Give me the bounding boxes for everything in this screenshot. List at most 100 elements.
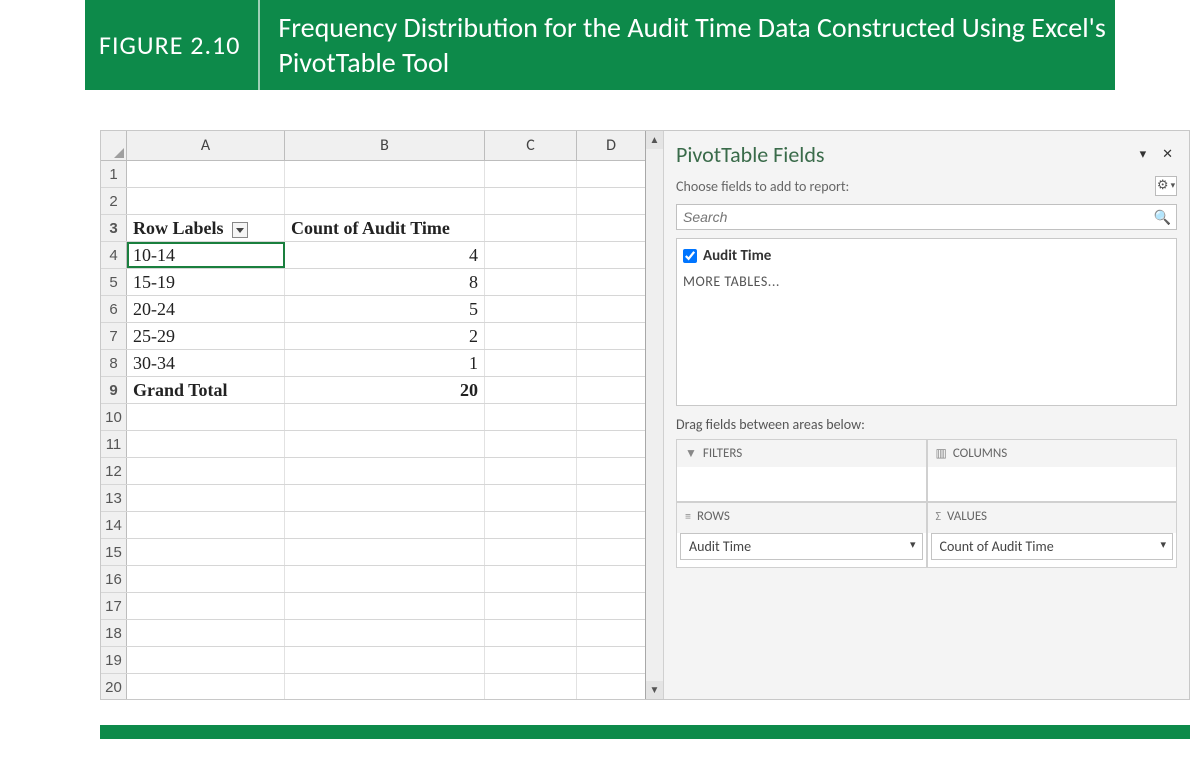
cell[interactable] [577,539,645,565]
cell[interactable] [485,215,577,241]
cell[interactable] [577,323,645,349]
cell[interactable] [127,647,285,673]
cell[interactable]: 25-29 [127,323,285,349]
grand-total-value[interactable]: 20 [285,377,485,403]
cell[interactable] [577,404,645,430]
cell[interactable] [127,404,285,430]
cell[interactable] [577,593,645,619]
row-header[interactable]: 2 [101,188,127,214]
area-columns[interactable]: ▥COLUMNS [927,439,1178,502]
cell[interactable] [485,512,577,538]
cell[interactable] [485,431,577,457]
cell[interactable] [577,161,645,187]
cell[interactable] [577,215,645,241]
cell[interactable] [285,404,485,430]
field-checkbox[interactable] [683,249,697,263]
row-header[interactable]: 13 [101,485,127,511]
cell[interactable] [127,458,285,484]
cell[interactable] [577,350,645,376]
settings-button[interactable]: ⚙ ▾ [1155,176,1177,196]
row-header[interactable]: 4 [101,242,127,268]
cell[interactable] [485,323,577,349]
cell[interactable] [577,188,645,214]
search-icon[interactable]: 🔍 [1154,209,1171,226]
cell[interactable] [577,620,645,646]
cell[interactable] [285,674,485,699]
cell[interactable] [285,485,485,511]
cell[interactable] [127,431,285,457]
row-header[interactable]: 11 [101,431,127,457]
row-header[interactable]: 5 [101,269,127,295]
cell[interactable] [285,620,485,646]
cell[interactable] [127,566,285,592]
cell[interactable] [127,512,285,538]
vertical-scrollbar[interactable] [646,131,664,699]
row-header[interactable]: 9 [101,377,127,403]
cell[interactable] [485,188,577,214]
close-icon[interactable]: ✕ [1158,147,1177,162]
cell[interactable] [485,647,577,673]
area-filters[interactable]: ▼FILTERS [676,439,927,502]
cell[interactable] [127,539,285,565]
cell[interactable]: 8 [285,269,485,295]
row-header[interactable]: 6 [101,296,127,322]
cell[interactable]: 1 [285,350,485,376]
col-header-c[interactable]: C [485,131,577,160]
cell[interactable] [127,188,285,214]
count-header[interactable]: Count of Audit Time [285,215,485,241]
row-header[interactable]: 1 [101,161,127,187]
row-header[interactable]: 14 [101,512,127,538]
cell[interactable] [485,269,577,295]
cell[interactable] [285,512,485,538]
cell[interactable] [485,539,577,565]
field-audit-time[interactable]: Audit Time [683,245,1170,267]
values-chip[interactable]: Count of Audit Time [931,533,1174,560]
cell[interactable]: 15-19 [127,269,285,295]
cell[interactable] [285,593,485,619]
cell[interactable]: 5 [285,296,485,322]
row-header[interactable]: 18 [101,620,127,646]
cell[interactable] [285,458,485,484]
cell[interactable] [485,377,577,403]
more-tables-link[interactable]: MORE TABLES... [683,267,1170,296]
row-header[interactable]: 12 [101,458,127,484]
cell[interactable]: 4 [285,242,485,268]
cell[interactable] [577,377,645,403]
row-header[interactable]: 17 [101,593,127,619]
cell[interactable] [577,485,645,511]
row-header[interactable]: 20 [101,674,127,699]
area-rows[interactable]: ≡ROWS Audit Time [676,502,927,568]
cell[interactable] [127,161,285,187]
cell[interactable] [127,620,285,646]
cell[interactable] [577,647,645,673]
row-header[interactable]: 8 [101,350,127,376]
row-labels-header[interactable]: Row Labels [127,215,285,241]
scroll-down-icon[interactable] [646,681,663,699]
col-header-b[interactable]: B [285,131,485,160]
cell[interactable] [485,161,577,187]
row-header[interactable]: 19 [101,647,127,673]
cell[interactable] [485,296,577,322]
cell[interactable] [485,674,577,699]
cell[interactable] [577,296,645,322]
cell[interactable] [127,674,285,699]
cell[interactable] [577,674,645,699]
search-input[interactable] [676,204,1177,230]
active-cell[interactable]: 10-14 [127,242,285,268]
cell[interactable] [285,431,485,457]
cell[interactable] [485,242,577,268]
cell[interactable] [285,647,485,673]
cell[interactable] [485,485,577,511]
col-header-a[interactable]: A [127,131,285,160]
row-header[interactable]: 16 [101,566,127,592]
chevron-down-icon[interactable]: ▾ [1136,147,1151,162]
cell[interactable] [485,350,577,376]
cell[interactable] [127,485,285,511]
row-header[interactable]: 7 [101,323,127,349]
cell[interactable] [577,512,645,538]
cell[interactable] [285,539,485,565]
cell[interactable] [485,566,577,592]
cell[interactable] [285,566,485,592]
cell[interactable] [485,620,577,646]
cell[interactable]: 30-34 [127,350,285,376]
